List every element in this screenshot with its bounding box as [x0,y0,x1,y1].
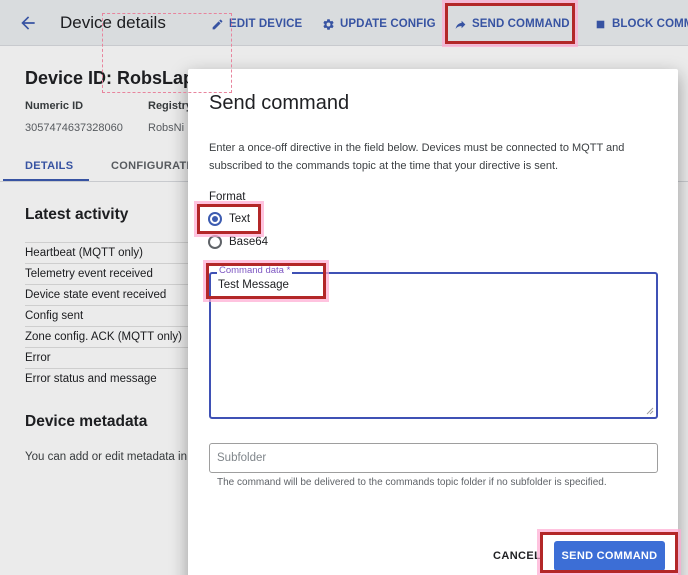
dialog-title: Send command [209,92,350,114]
resize-grip-icon[interactable] [646,407,654,415]
annotation-highlight-send-button [540,532,678,573]
subfolder-placeholder: Subfolder [217,452,267,464]
annotation-highlight-send-command [445,3,575,44]
subfolder-input[interactable] [209,443,658,473]
send-command-dialog: Send command Enter a once-off directive … [188,69,678,575]
cancel-button[interactable]: CANCEL [493,550,541,562]
radio-unchecked-icon[interactable] [208,235,222,249]
dialog-description: Enter a once-off directive in the field … [209,142,625,172]
format-option-base64-label: Base64 [229,236,269,248]
format-label: Format [209,191,246,203]
annotation-dashed-box [102,13,232,93]
format-option-base64[interactable]: Base64 [208,235,268,249]
annotation-highlight-text-format [197,204,261,234]
annotation-highlight-command-data [206,263,326,299]
subfolder-hint: The command will be delivered to the com… [217,477,607,488]
